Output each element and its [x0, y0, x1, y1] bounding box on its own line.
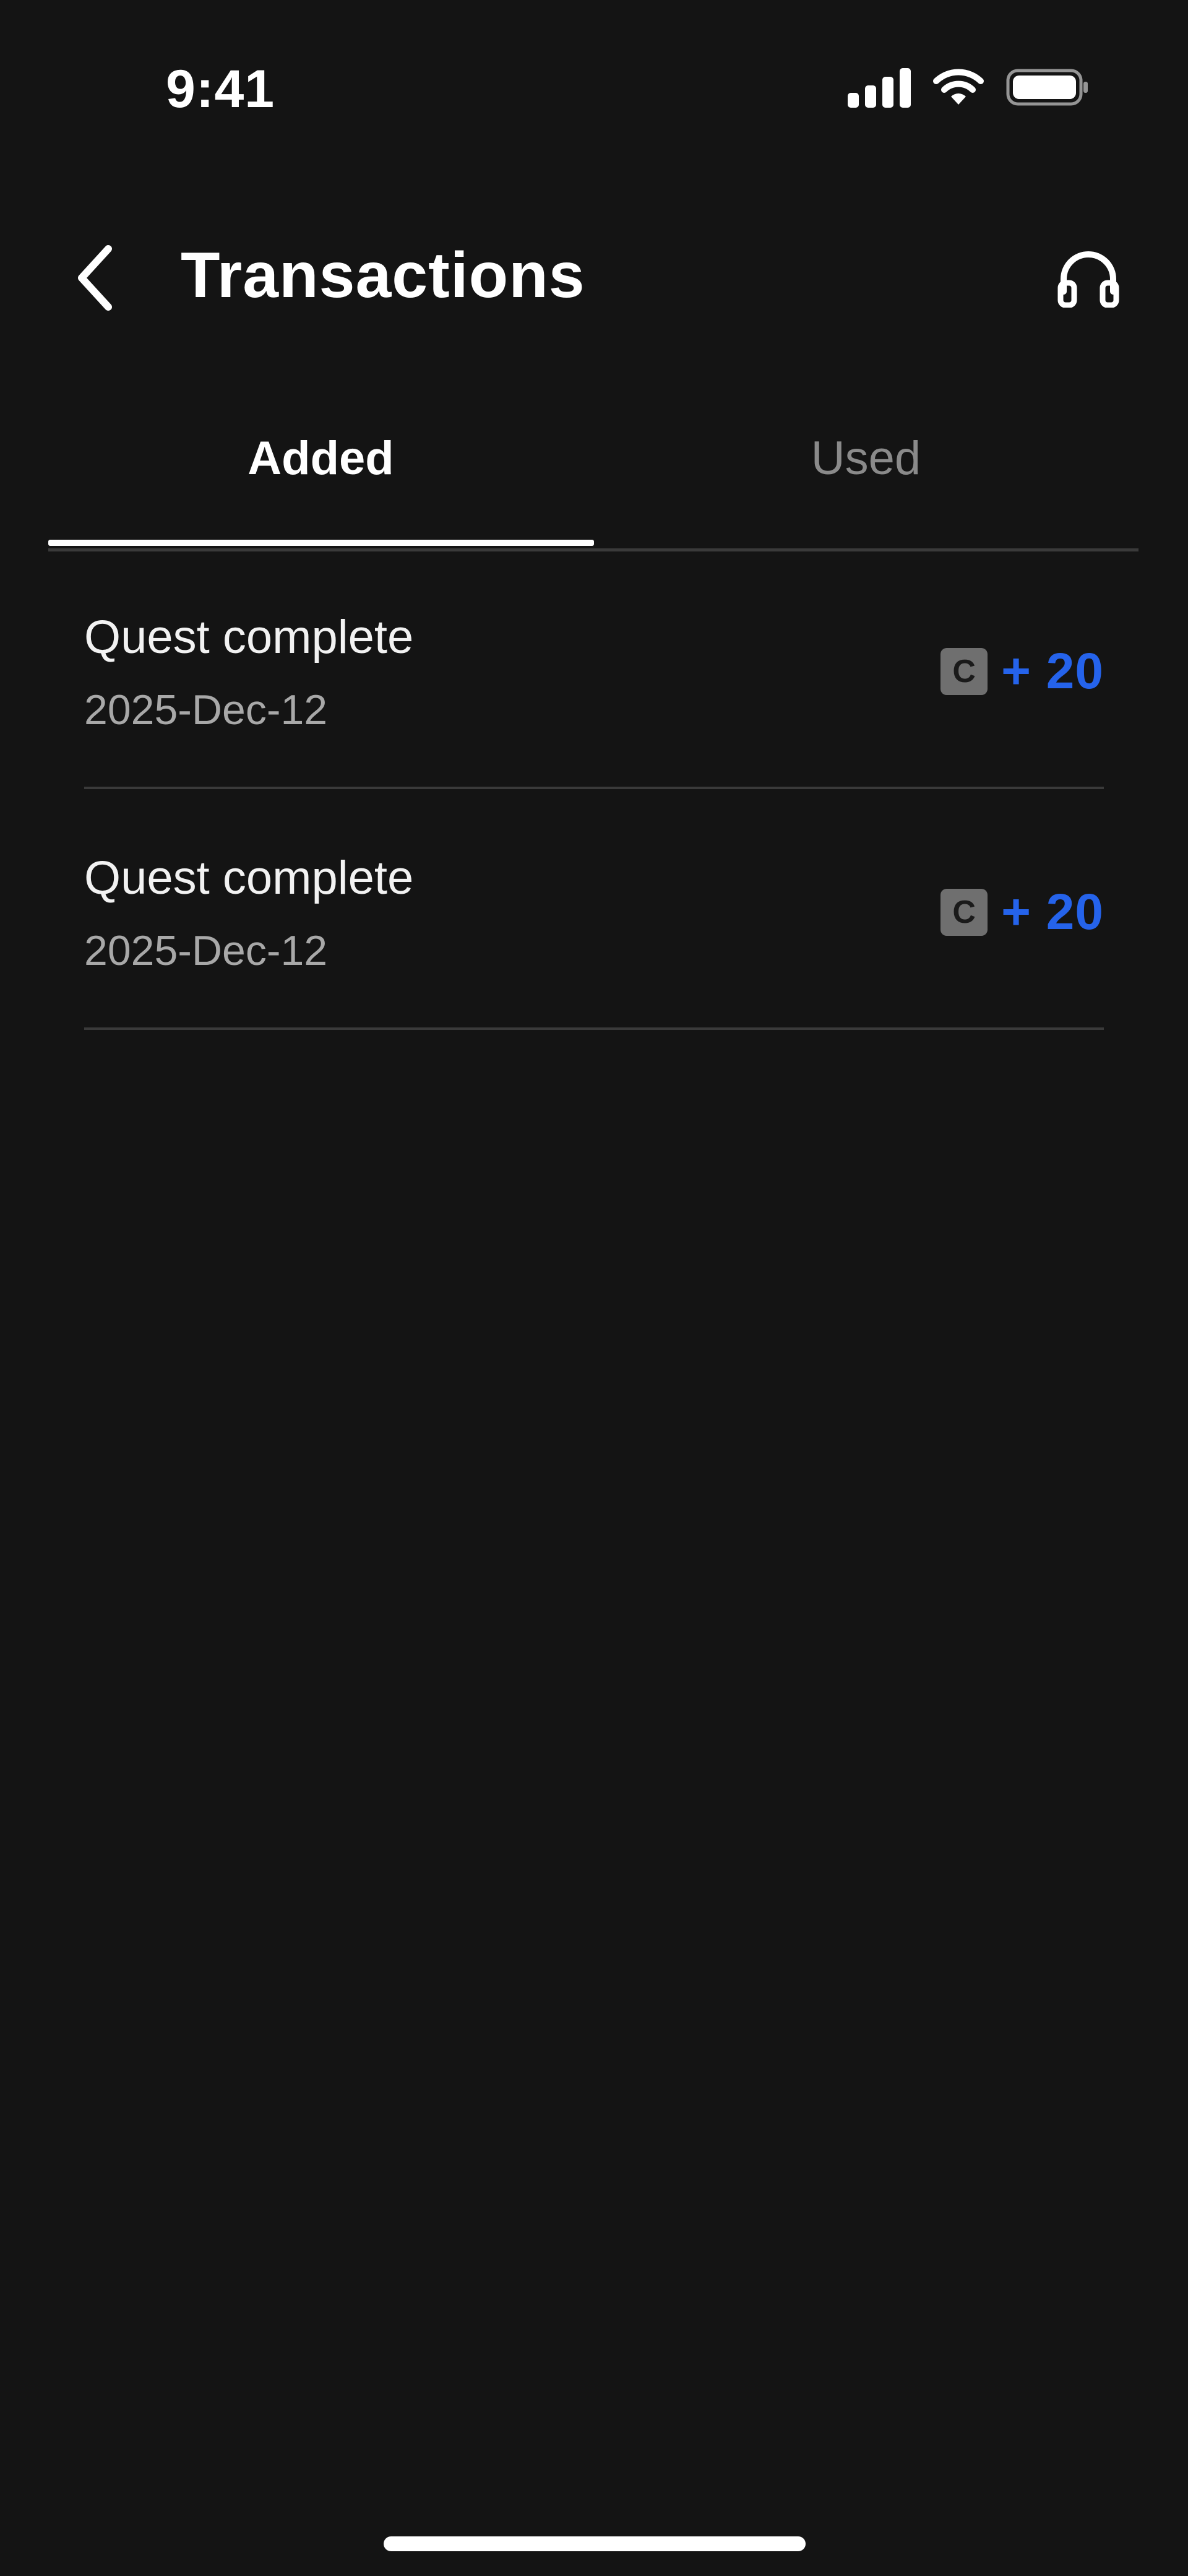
transaction-amount-group: C + 20: [940, 642, 1104, 701]
transaction-list: Quest complete 2025-Dec-12 C + 20 Quest …: [84, 548, 1104, 1030]
transaction-row[interactable]: Quest complete 2025-Dec-12 C + 20: [84, 548, 1104, 789]
transaction-title: Quest complete: [84, 611, 414, 663]
transaction-amount-group: C + 20: [940, 883, 1104, 941]
transaction-amount: + 20: [1001, 884, 1104, 940]
cellular-signal-icon: [848, 67, 911, 108]
coin-icon: C: [940, 889, 988, 936]
headphones-icon: [1057, 251, 1119, 308]
transaction-title: Quest complete: [84, 852, 414, 904]
support-button[interactable]: [1048, 238, 1129, 318]
transaction-date: 2025-Dec-12: [84, 686, 328, 733]
tab-bar: Added Used: [48, 402, 1138, 551]
transaction-row[interactable]: Quest complete 2025-Dec-12 C + 20: [84, 789, 1104, 1030]
wifi-icon: [933, 69, 984, 105]
tab-added[interactable]: Added: [48, 402, 593, 514]
transaction-amount: + 20: [1001, 643, 1104, 699]
chevron-left-icon: [78, 245, 112, 311]
status-time: 9:41: [166, 59, 275, 119]
home-indicator[interactable]: [384, 2536, 806, 2551]
active-tab-indicator: [48, 540, 594, 546]
coin-icon: C: [940, 648, 988, 695]
back-button[interactable]: [62, 238, 130, 318]
status-bar: 9:41: [0, 0, 1188, 173]
page-title: Transactions: [181, 240, 585, 311]
header: Transactions: [0, 204, 1188, 353]
battery-icon: [1006, 69, 1088, 106]
status-icons: [848, 67, 1089, 108]
tab-used[interactable]: Used: [593, 402, 1138, 514]
transaction-date: 2025-Dec-12: [84, 927, 328, 974]
